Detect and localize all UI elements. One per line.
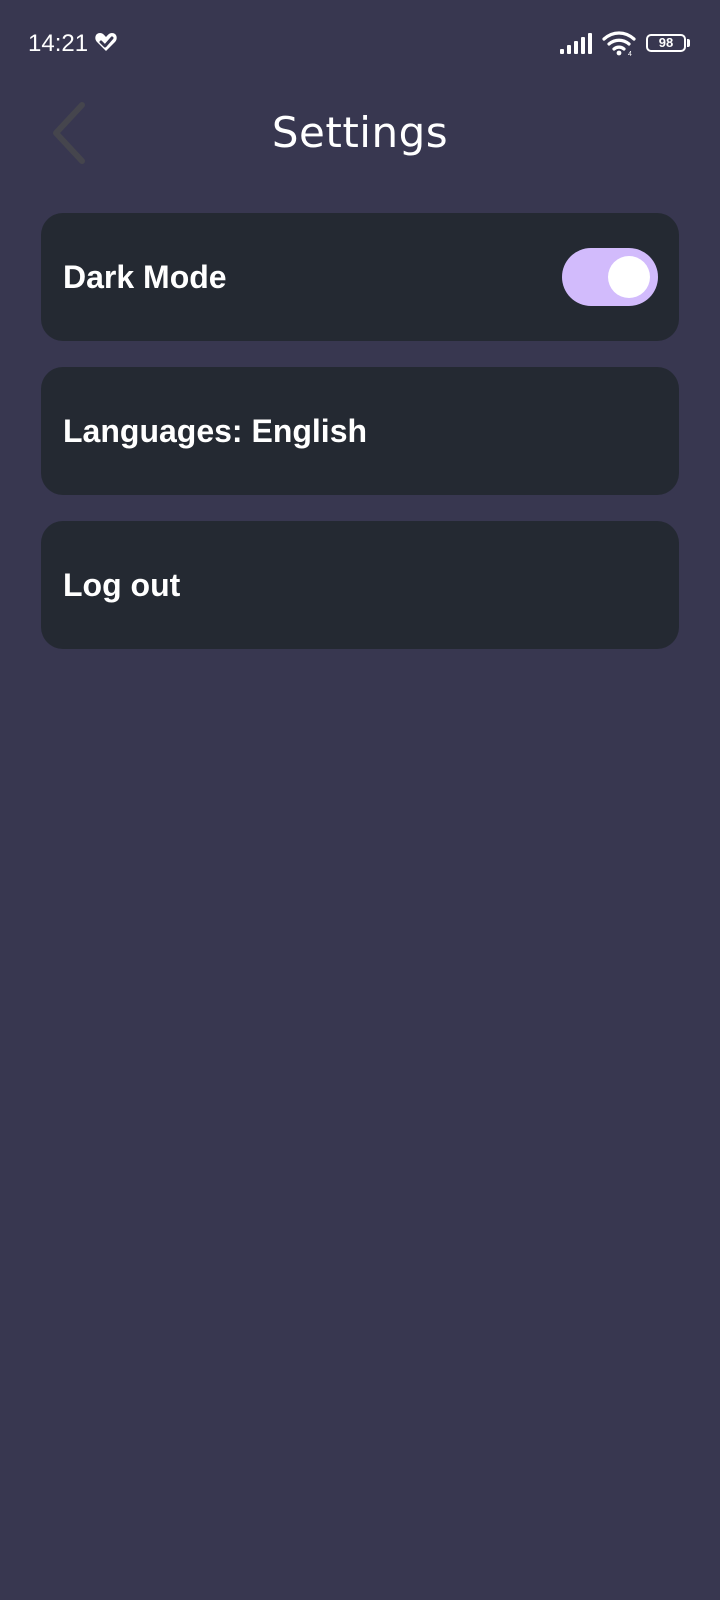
svg-text:4: 4	[628, 51, 632, 56]
languages-label: Languages: English	[63, 412, 368, 449]
battery-cap	[687, 39, 690, 47]
dark-mode-setting[interactable]: Dark Mode	[41, 213, 679, 341]
wifi-icon: 4	[602, 30, 636, 56]
logout-label: Log out	[63, 566, 181, 603]
logout-button[interactable]: Log out	[41, 521, 679, 649]
cell-signal-icon	[560, 32, 592, 54]
battery-icon: 98	[646, 32, 690, 54]
header: Settings	[0, 90, 720, 180]
status-time: 14:21	[28, 30, 89, 57]
battery-level: 98	[658, 35, 674, 50]
status-bar: 14:21 4 98	[0, 0, 720, 88]
page-title: Settings	[271, 108, 449, 157]
status-icons: 4 98	[560, 28, 690, 58]
heart-check-icon	[94, 30, 118, 54]
settings-list: Dark Mode Languages: English Log out	[41, 213, 679, 675]
battery-body: 98	[646, 34, 686, 52]
dark-mode-label: Dark Mode	[63, 258, 227, 295]
toggle-knob	[608, 256, 650, 298]
languages-setting[interactable]: Languages: English	[41, 367, 679, 495]
dark-mode-toggle[interactable]	[562, 248, 658, 306]
